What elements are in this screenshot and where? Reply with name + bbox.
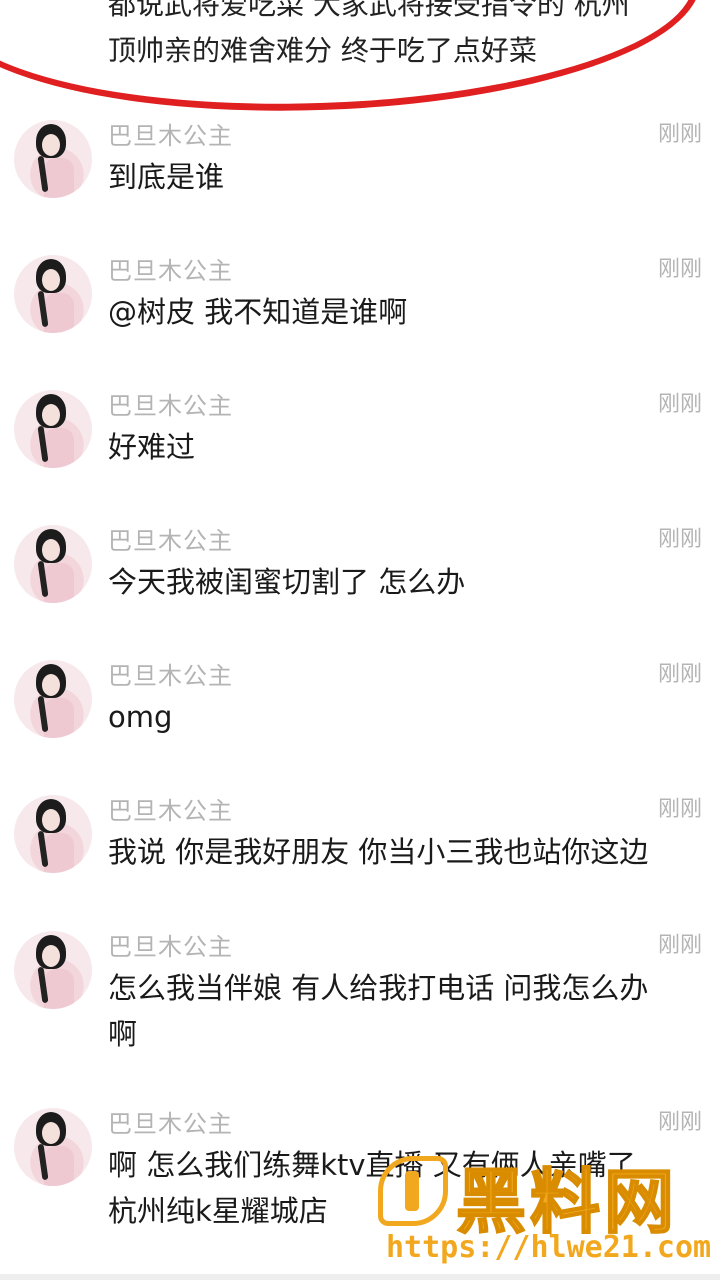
comment-username[interactable]: 巴旦木公主 [108, 1104, 233, 1139]
comment-time: 刚刚 [657, 1110, 702, 1135]
comment-text: 到底是谁 [108, 154, 708, 200]
comment-username[interactable]: 巴旦木公主 [108, 791, 233, 826]
comment-text: 怎么我当伴娘 有人给我打电话 问我怎么办 啊 [108, 965, 708, 1057]
avatar[interactable] [14, 525, 92, 603]
avatar[interactable] [14, 660, 92, 738]
comment-text-line: 怎么我当伴娘 有人给我打电话 问我怎么办 [108, 971, 649, 1005]
comment-text-line: 啊 [108, 1017, 138, 1051]
comment-text-line: @树皮 我不知道是谁啊 [108, 295, 408, 329]
site-watermark: 黑料网 https://hlwe21.com [378, 1150, 718, 1270]
comment-time: 刚刚 [657, 797, 702, 822]
comment-text: 今天我被闺蜜切割了 怎么办 [108, 559, 708, 605]
watermark-logo-icon [378, 1156, 448, 1226]
comment-text: 我说 你是我好朋友 你当小三我也站你这边 [108, 829, 708, 875]
avatar[interactable] [14, 390, 92, 468]
avatar[interactable] [14, 931, 92, 1009]
comment-text-line: 今天我被闺蜜切割了 怎么办 [108, 565, 466, 599]
comment-feed: 都说武将爱吃菜 大家武将接受指令的 杭州 顶帅亲的难舍难分 终于吃了点好菜 巴旦… [0, 0, 720, 1280]
avatar[interactable] [14, 120, 92, 198]
avatar[interactable] [14, 795, 92, 873]
avatar[interactable] [14, 1108, 92, 1186]
red-circle-annotation [0, 0, 704, 124]
comment-time: 刚刚 [657, 527, 702, 552]
comment-text-line: 到底是谁 [108, 160, 225, 194]
watermark-url: https://hlwe21.com [386, 1230, 712, 1265]
comment-time: 刚刚 [657, 122, 702, 147]
comment-username[interactable]: 巴旦木公主 [108, 386, 233, 421]
comment-text: omg [108, 694, 708, 740]
comment-time: 刚刚 [657, 933, 702, 958]
comment-time: 刚刚 [657, 662, 702, 687]
comment-username[interactable]: 巴旦木公主 [108, 521, 233, 556]
comment-text: @树皮 我不知道是谁啊 [108, 289, 708, 335]
comment-time: 刚刚 [657, 392, 702, 417]
comment-text: 好难过 [108, 424, 708, 470]
comment-text-line: 我说 你是我好朋友 你当小三我也站你这边 [108, 835, 649, 869]
comment-text-line: omg [108, 700, 173, 734]
comment-username[interactable]: 巴旦木公主 [108, 116, 233, 151]
comment-username[interactable]: 巴旦木公主 [108, 656, 233, 691]
comment-username[interactable]: 巴旦木公主 [108, 927, 233, 962]
avatar[interactable] [14, 255, 92, 333]
comment-text-line: 好难过 [108, 430, 196, 464]
comment-time: 刚刚 [657, 257, 702, 282]
comment-username[interactable]: 巴旦木公主 [108, 251, 233, 286]
divider [0, 1274, 720, 1280]
